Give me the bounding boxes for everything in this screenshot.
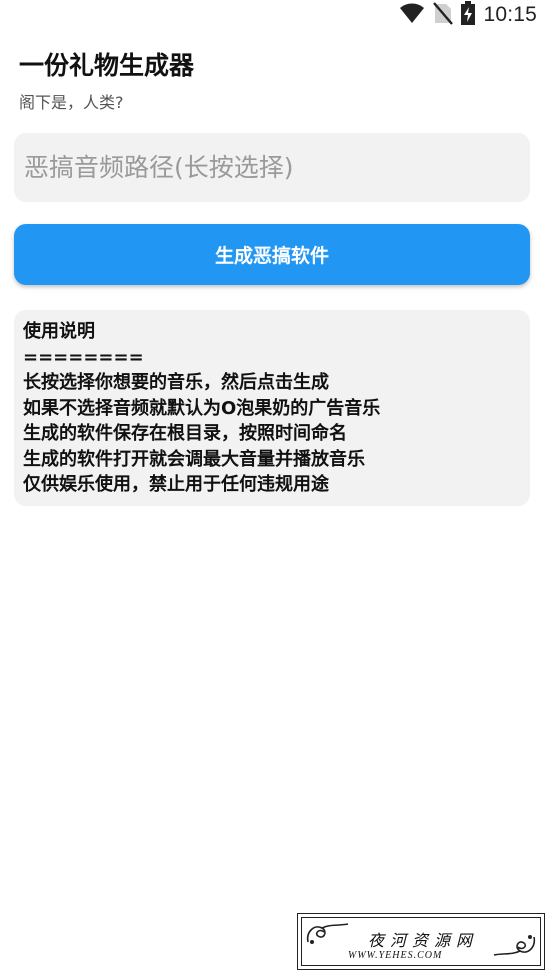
battery-charging-icon [461,1,476,29]
instructions-line: 长按选择你想要的音乐，然后点击生成 [23,372,329,393]
watermark: 夜河资源网 WWW.YEHES.COM [297,913,545,970]
flourish-left-icon [304,920,352,952]
instructions-heading: 使用说明 [23,321,95,342]
status-time: 10:15 [483,3,537,26]
status-bar: 10:15 [0,0,547,30]
watermark-en-text: WWW.YEHES.COM [348,950,443,961]
wifi-icon [399,2,425,28]
status-icons: 10:15 [399,1,537,29]
instructions-line: 仅供娱乐使用，禁止用于任何违规用途 [23,474,329,495]
audio-path-input[interactable] [14,133,530,202]
watermark-cn-text: 夜河资源网 [368,931,479,950]
instructions-line: 如果不选择音频就默认为O泡果奶的广告音乐 [23,397,381,419]
page-subtitle: 阁下是，人类? [19,93,124,112]
generate-button[interactable]: 生成恶搞软件 [14,224,530,285]
page-title: 一份礼物生成器 [19,51,195,80]
instructions-card: 使用说明 ======== 长按选择你想要的音乐，然后点击生成 如果不选择音频就… [14,310,530,506]
instructions-line: 生成的软件打开就会调最大音量并播放音乐 [23,448,365,470]
no-sim-icon [433,1,454,29]
flourish-right-icon [490,931,538,963]
instructions-line: 生成的软件保存在根目录，按照时间命名 [23,423,347,444]
instructions-divider: ======== [23,346,144,368]
